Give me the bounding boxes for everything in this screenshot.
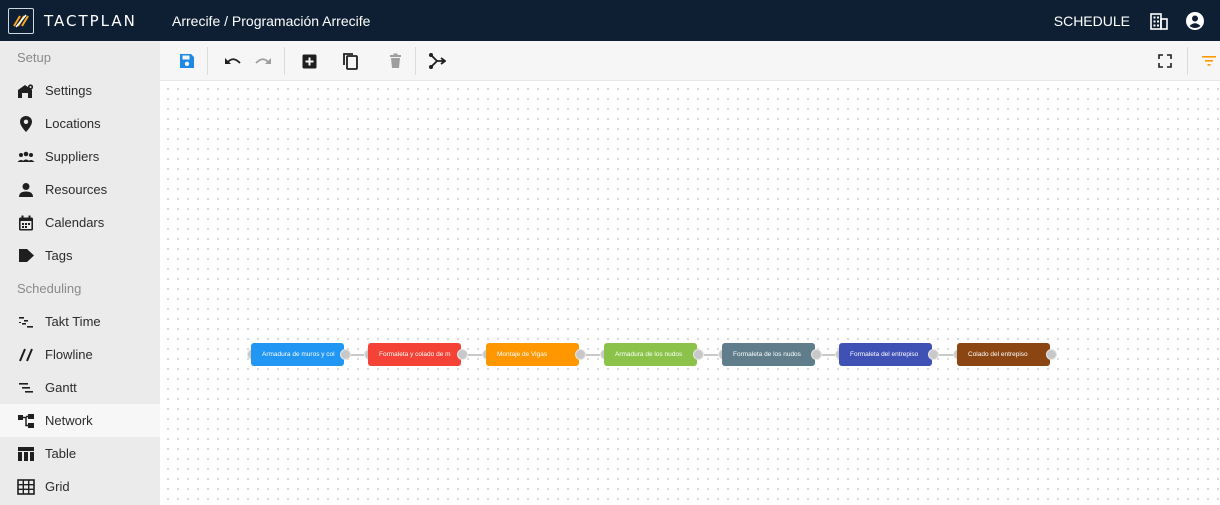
- node-output-port[interactable]: [340, 349, 351, 360]
- table-icon: [17, 445, 35, 463]
- app-logo[interactable]: TACTPLAN: [0, 0, 160, 41]
- toolbar-separator: [284, 47, 285, 75]
- sidebar: Setup Settings Locations Suppliers Resou…: [0, 41, 160, 505]
- network-edge: [704, 354, 718, 356]
- sidebar-item-label: Grid: [45, 479, 70, 494]
- sidebar-item-calendars[interactable]: Calendars: [0, 206, 160, 239]
- schedule-button[interactable]: SCHEDULE: [1054, 13, 1130, 29]
- sidebar-item-table[interactable]: Table: [0, 437, 160, 470]
- gantt-icon: [17, 379, 35, 397]
- account-icon[interactable]: [1184, 10, 1206, 32]
- node-output-port[interactable]: [1046, 349, 1057, 360]
- network-node[interactable]: Armadura de los nudos: [604, 343, 697, 366]
- copy-icon[interactable]: [339, 50, 361, 72]
- network-edge: [351, 354, 364, 356]
- location-pin-icon: [17, 115, 35, 133]
- node-label: Montaje de Vigas: [497, 351, 548, 358]
- node-label: Formaleta de los nudos: [733, 351, 801, 358]
- sidebar-item-flowline[interactable]: Flowline: [0, 338, 160, 371]
- sidebar-item-tags[interactable]: Tags: [0, 239, 160, 272]
- sidebar-item-locations[interactable]: Locations: [0, 107, 160, 140]
- top-bar: TACTPLAN Arrecife / Programación Arrecif…: [0, 0, 1220, 41]
- sidebar-item-network[interactable]: Network: [0, 404, 160, 437]
- network-node[interactable]: Montaje de Vigas: [486, 343, 579, 366]
- undo-icon[interactable]: [222, 50, 244, 72]
- node-label: Formaleta del entrepiso: [850, 351, 919, 358]
- network-edge: [939, 354, 953, 356]
- top-bar-actions: SCHEDULE: [1054, 0, 1220, 41]
- sidebar-item-label: Calendars: [45, 215, 105, 230]
- logo-text: TACTPLAN: [44, 11, 137, 30]
- sidebar-item-label: Settings: [45, 83, 92, 98]
- network-node[interactable]: Formaleta de los nudos: [722, 343, 815, 366]
- sidebar-item-label: Flowline: [45, 347, 93, 362]
- setup-section-title: Setup: [17, 50, 51, 65]
- calendar-icon: [17, 214, 35, 232]
- person-icon: [17, 181, 35, 199]
- node-output-port[interactable]: [575, 349, 586, 360]
- logo-mark-icon: [8, 7, 34, 34]
- flowline-icon: [17, 346, 35, 364]
- delete-icon[interactable]: [384, 50, 406, 72]
- sidebar-item-label: Takt Time: [45, 314, 101, 329]
- node-label: Armadura de muros y col: [262, 351, 335, 358]
- breadcrumb[interactable]: Arrecife / Programación Arrecife: [172, 13, 370, 29]
- fit-screen-icon[interactable]: [1154, 50, 1176, 72]
- sidebar-item-label: Locations: [45, 116, 101, 131]
- grid-icon: [17, 478, 35, 496]
- network-node[interactable]: Formaleta del entrepiso: [839, 343, 932, 366]
- network-node[interactable]: Armadura de muros y col: [251, 343, 344, 366]
- network-edge: [822, 354, 835, 356]
- toolbar-separator: [1187, 47, 1188, 75]
- sidebar-item-label: Network: [45, 413, 93, 428]
- network-node[interactable]: Colado del entrepiso: [957, 343, 1050, 366]
- toolbar-separator: [415, 47, 416, 75]
- network-node[interactable]: Formaleta y colado de m: [368, 343, 461, 366]
- node-output-port[interactable]: [457, 349, 468, 360]
- tag-icon: [17, 247, 35, 265]
- sidebar-item-gantt[interactable]: Gantt: [0, 371, 160, 404]
- takt-time-icon: [17, 313, 35, 331]
- add-box-icon[interactable]: [298, 50, 320, 72]
- node-label: Colado del entrepiso: [968, 351, 1028, 358]
- node-output-port[interactable]: [928, 349, 939, 360]
- save-icon[interactable]: [176, 50, 198, 72]
- node-label: Armadura de los nudos: [615, 351, 683, 358]
- sidebar-item-takt-time[interactable]: Takt Time: [0, 305, 160, 338]
- scheduling-section-title: Scheduling: [17, 281, 82, 296]
- redo-icon[interactable]: [252, 50, 274, 72]
- sidebar-item-grid[interactable]: Grid: [0, 470, 160, 503]
- sidebar-item-label: Resources: [45, 182, 108, 197]
- filter-icon[interactable]: [1198, 50, 1220, 72]
- settings-icon: [17, 82, 35, 100]
- building-icon[interactable]: [1148, 10, 1170, 32]
- sidebar-item-label: Gantt: [45, 380, 77, 395]
- network-edge: [586, 354, 600, 356]
- sidebar-item-suppliers[interactable]: Suppliers: [0, 140, 160, 173]
- sidebar-item-label: Table: [45, 446, 77, 461]
- sidebar-item-label: Tags: [45, 248, 73, 263]
- node-output-port[interactable]: [693, 349, 704, 360]
- network-edge: [468, 354, 482, 356]
- toolbar-separator: [207, 47, 208, 75]
- sidebar-item-label: Suppliers: [45, 149, 100, 164]
- sidebar-item-settings[interactable]: Settings: [0, 74, 160, 107]
- node-label: Formaleta y colado de m: [379, 351, 451, 358]
- link-activities-icon[interactable]: [426, 50, 448, 72]
- sidebar-item-resources[interactable]: Resources: [0, 173, 160, 206]
- node-output-port[interactable]: [811, 349, 822, 360]
- suppliers-icon: [17, 148, 35, 166]
- network-icon: [17, 412, 35, 430]
- network-toolbar: [160, 41, 1220, 81]
- network-canvas[interactable]: Armadura de muros y col Formaleta y cola…: [160, 81, 1220, 505]
